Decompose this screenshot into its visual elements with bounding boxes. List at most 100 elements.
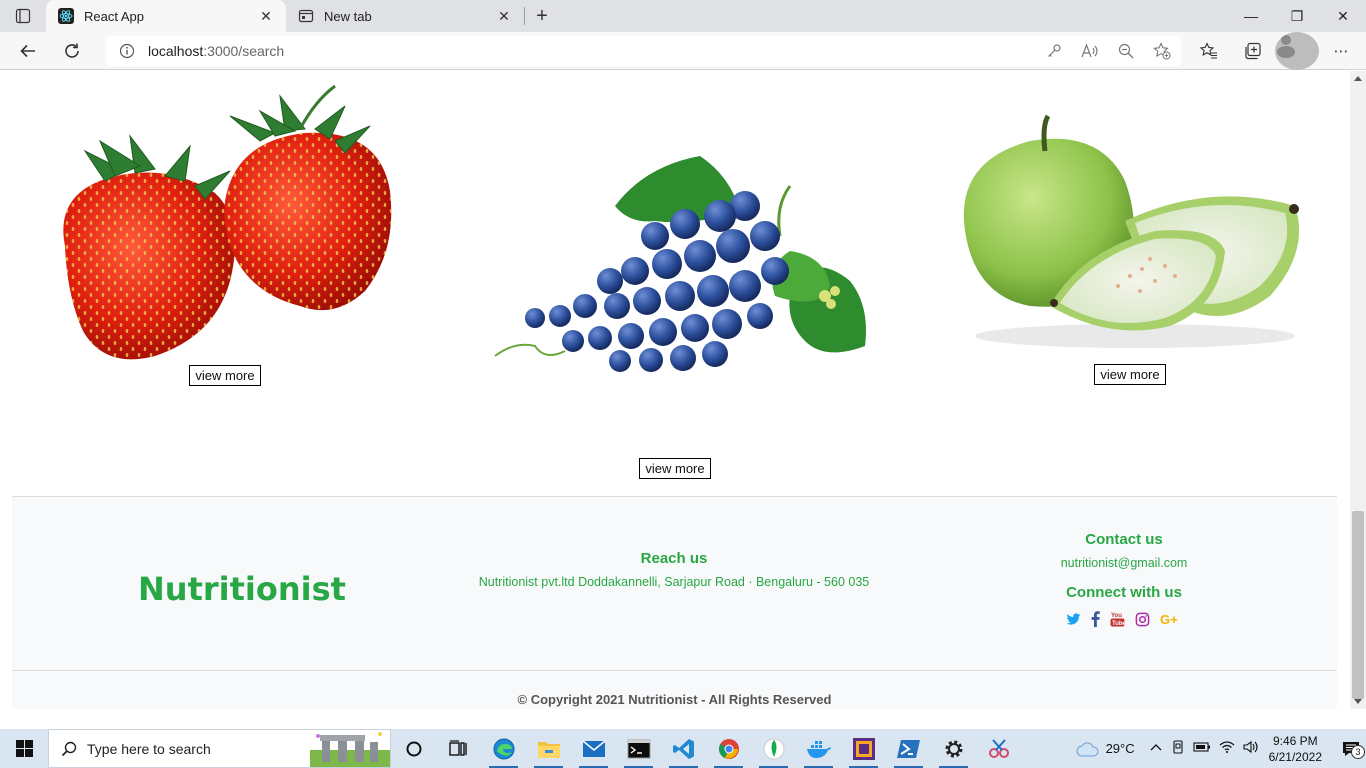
dev-tool-icon[interactable] [841,729,886,768]
twitter-icon[interactable] [1066,611,1081,627]
file-explorer-icon[interactable] [526,729,571,768]
search-icon [61,741,77,756]
view-more-button[interactable]: view more [189,365,261,386]
new-tab-button[interactable]: + [525,0,559,32]
windows-taskbar: Type here to search 29°C 9:46 PM 6/21/20… [0,729,1366,768]
docker-icon[interactable] [796,729,841,768]
taskbar-search[interactable]: Type here to search [48,729,391,768]
view-more-button[interactable]: view more [1094,364,1166,385]
taskbar-clock[interactable]: 9:46 PM 6/21/2022 [1269,733,1322,765]
cortana-icon[interactable] [391,729,436,768]
edge-taskbar-icon[interactable] [481,729,526,768]
tab-react-app[interactable]: React App ✕ [46,0,286,32]
restore-icon[interactable]: ❐ [1274,0,1320,32]
window-controls: — ❐ ✕ [1228,0,1366,32]
new-tab-page-icon [298,8,314,24]
snipping-tool-icon[interactable] [976,729,1021,768]
strawberry-image [63,84,392,360]
windows-logo-icon [15,740,33,757]
address-toolbar: localhost:3000/search ⋯ [0,31,1366,70]
refresh-button[interactable] [50,32,94,70]
address-text: Nutritionist pvt.ltd Doddakannelli, Sarj… [478,575,870,589]
product-card-grapes: view more [470,146,880,479]
facebook-icon[interactable] [1091,611,1100,627]
favorites-icon[interactable] [1187,32,1231,70]
contact-section: Contact us nutritionist@gmail.com Connec… [1024,531,1224,627]
search-highlight-icon [310,732,390,767]
chrome-icon[interactable] [706,729,751,768]
view-more-button[interactable]: view more [639,458,711,479]
notifications-button[interactable]: 3 [1336,741,1366,759]
start-button[interactable] [0,729,48,768]
url-text[interactable]: localhost:3000/search [148,43,284,59]
mongodb-compass-icon[interactable] [751,729,796,768]
powershell-icon[interactable] [886,729,931,768]
guava-image [963,114,1300,348]
url-host: localhost [148,42,204,59]
terminal-icon[interactable] [616,729,661,768]
contact-email-link[interactable]: nutritionist@gmail.com [1024,556,1224,570]
read-aloud-icon[interactable] [1079,40,1101,62]
google-plus-icon[interactable]: G+ [1160,611,1182,627]
scroll-up-icon[interactable] [1354,76,1362,81]
temperature-text: 29°C [1105,741,1135,756]
close-window-icon[interactable]: ✕ [1320,0,1366,32]
device-icon[interactable] [1171,740,1185,757]
footer-divider [12,670,1337,671]
scrollbar-thumb[interactable] [1352,511,1364,699]
collections-icon[interactable] [1231,32,1275,70]
battery-icon[interactable] [1193,740,1211,757]
page-scrollbar[interactable] [1350,71,1366,709]
site-footer: Nutritionist Reach us Nutritionist pvt.l… [12,496,1337,709]
back-arrow-icon [20,44,35,57]
scroll-down-icon[interactable] [1354,699,1362,704]
search-placeholder: Type here to search [87,740,211,757]
social-links: You Tube G+ [1024,611,1224,627]
svg-text:Tube: Tube [1112,621,1125,627]
time-text: 9:46 PM [1272,733,1318,748]
date-text: 6/21/2022 [1268,749,1322,764]
footer-brand: Nutritionist [138,570,346,608]
product-grid: view more view more view more [0,71,1350,491]
add-favorite-icon[interactable] [1151,40,1173,62]
minimize-icon[interactable]: — [1228,0,1274,32]
reach-us-section: Reach us Nutritionist pvt.ltd Doddakanne… [374,550,974,589]
volume-icon[interactable] [1243,740,1259,757]
connect-title: Connect with us [1066,584,1182,601]
refresh-icon [65,43,79,58]
address-bar[interactable]: localhost:3000/search [106,35,1181,66]
url-path: :3000/search [203,42,285,59]
tab-title: React App [84,8,144,24]
product-card-guava: view more [950,111,1310,385]
tab-new-tab[interactable]: New tab ✕ [286,0,524,32]
system-tray: 29°C 9:46 PM 6/21/2022 3 [1076,729,1366,768]
task-view-icon[interactable] [436,729,481,768]
tab-actions-icon [15,8,31,24]
svg-text:You: You [1111,613,1122,619]
close-tab-icon[interactable]: ✕ [496,8,512,24]
cloud-icon [1076,741,1099,756]
youtube-icon[interactable]: You Tube [1110,611,1125,627]
close-tab-icon[interactable]: ✕ [258,8,274,24]
vscode-icon[interactable] [661,729,706,768]
wifi-icon[interactable] [1219,740,1235,757]
back-button[interactable] [6,32,50,70]
mail-icon[interactable] [571,729,616,768]
reach-us-title: Reach us [640,550,708,567]
tab-actions-button[interactable] [0,0,46,32]
browser-tab-bar: React App ✕ New tab ✕ + — ❐ ✕ [0,0,1366,32]
profile-avatar[interactable] [1275,31,1319,70]
tab-title: New tab [324,8,372,24]
zoom-out-icon[interactable] [1115,40,1137,62]
react-icon [58,8,74,24]
chevron-up-icon[interactable] [1149,740,1163,757]
site-info-icon[interactable] [114,43,140,59]
avatar [1275,31,1319,70]
key-icon[interactable] [1043,40,1065,62]
more-options-icon[interactable]: ⋯ [1319,32,1363,70]
settings-icon[interactable] [931,729,976,768]
weather-widget[interactable]: 29°C [1076,741,1135,757]
instagram-icon[interactable] [1135,611,1150,627]
grapes-image [494,156,866,372]
copyright-text: © Copyright 2021 Nutritionist - All Righ… [517,692,832,707]
